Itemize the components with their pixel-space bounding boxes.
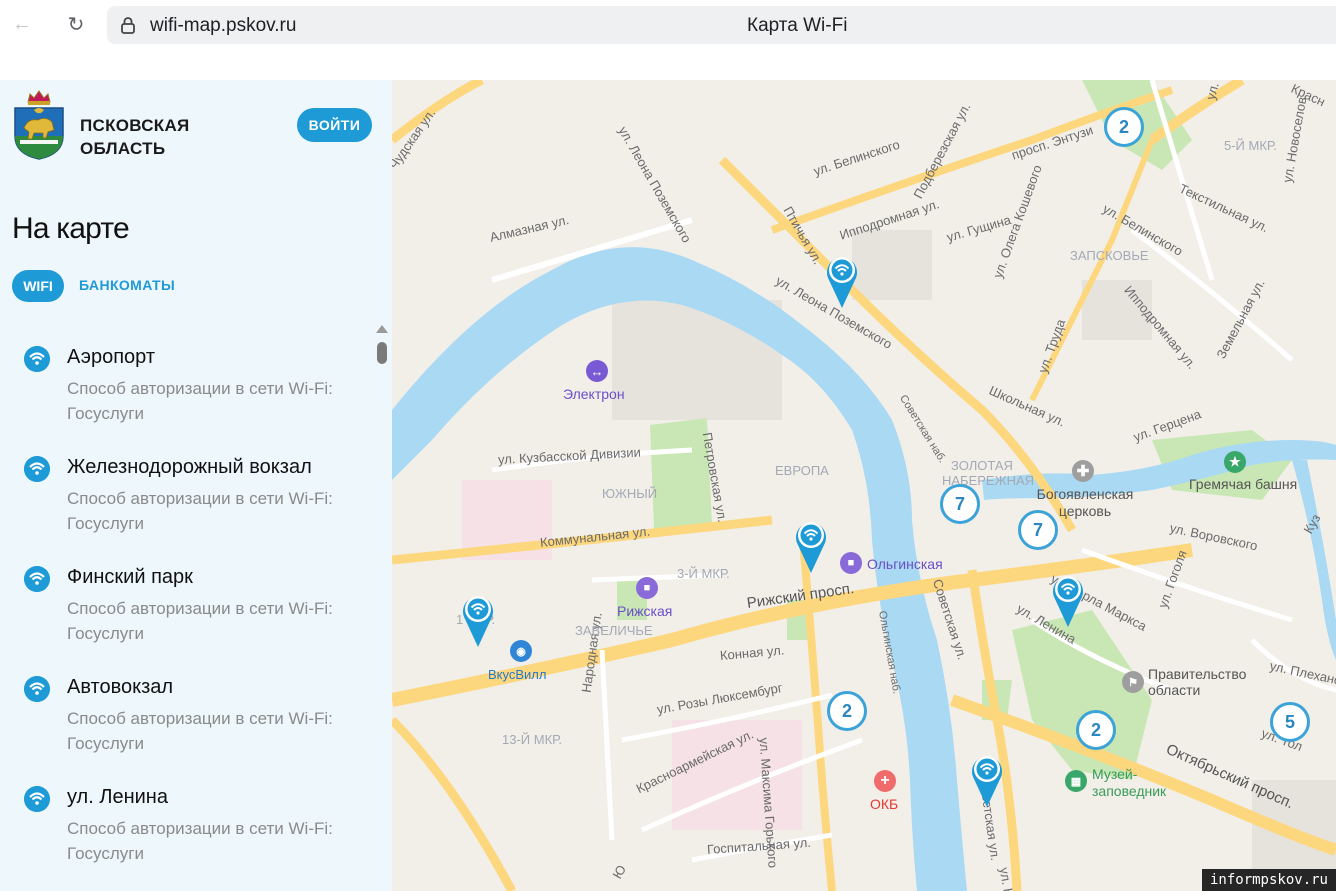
hospital-icon[interactable]: + — [874, 770, 896, 792]
poi-label: ОКБ — [870, 796, 899, 812]
cluster-marker[interactable]: 2 — [1076, 710, 1116, 750]
hotel-icon[interactable]: ■ — [840, 552, 862, 574]
government-flag-icon[interactable]: ⚑ — [1122, 671, 1144, 693]
list-item-name: Железнодорожный вокзал — [67, 456, 312, 478]
church-icon[interactable]: ✚ — [1072, 460, 1094, 482]
list-item-description: Способ авторизации в сети Wi-Fi: Госуслу… — [67, 379, 333, 423]
wifi-pin-icon[interactable] — [793, 517, 829, 575]
wifi-pin-icon[interactable] — [1050, 571, 1086, 629]
wifi-pin-icon[interactable] — [460, 591, 496, 649]
list-item-description: Способ авторизации в сети Wi-Fi: Госуслу… — [67, 709, 333, 753]
district-label: ЕВРОПА — [775, 463, 829, 478]
list-item-description: Способ авторизации в сети Wi-Fi: Госуслу… — [67, 489, 333, 533]
coat-of-arms-logo — [14, 90, 64, 160]
login-button[interactable]: ВОЙТИ — [297, 108, 372, 142]
poi-label: Музей-заповедник — [1092, 766, 1167, 799]
district-label: ЗАВЕЛИЧЬЕ — [575, 623, 653, 638]
wifi-icon — [24, 786, 50, 812]
page-title: Карта Wi-Fi — [747, 15, 848, 36]
list-item-name: ул. Ленина — [67, 786, 168, 808]
reload-icon[interactable]: ↻ — [62, 10, 90, 38]
back-arrow-icon[interactable]: ← — [8, 10, 36, 38]
poi-label: Электрон — [563, 386, 625, 402]
address-bar[interactable]: wifi-map.pskov.ru Карта Wi-Fi — [107, 6, 1336, 44]
map-canvas[interactable]: Чудская ул. ул. Леона Поземского Алмазна… — [392, 80, 1336, 891]
list-item[interactable]: ул. Ленина Способ авторизации в сети Wi-… — [0, 782, 370, 891]
cluster-marker[interactable]: 5 — [1270, 702, 1310, 742]
district-label: 13-Й МКР. — [502, 732, 562, 747]
museum-icon[interactable]: ▦ — [1065, 770, 1087, 792]
list-item[interactable]: Автовокзал Способ авторизации в сети Wi-… — [0, 672, 370, 782]
list-item[interactable]: Аэропорт Способ авторизации в сети Wi-Fi… — [0, 342, 370, 452]
cluster-marker[interactable]: 7 — [1018, 510, 1058, 550]
poi-label: ВкусВилл — [488, 667, 547, 682]
sidebar: ПСКОВСКАЯ ОБЛАСТЬ ВОЙТИ На карте WIFI БА… — [0, 80, 392, 891]
district-label: ЗОЛОТАЯ НАБЕРЕЖНАЯ — [942, 458, 1035, 488]
lock-icon — [121, 17, 135, 34]
district-label: ЗАПСКОВЬЕ — [1070, 248, 1149, 263]
wifi-icon — [24, 566, 50, 592]
list-item-description: Способ авторизации в сети Wi-Fi: Госуслу… — [67, 819, 333, 863]
wifi-icon — [24, 456, 50, 482]
browser-toolbar: ← ↻ wifi-map.pskov.ru Карта Wi-Fi — [0, 0, 1336, 50]
wifi-pin-icon[interactable] — [969, 751, 1005, 809]
tab-wifi[interactable]: WIFI — [12, 270, 64, 302]
district-label: 5-Й МКР. — [1224, 138, 1277, 153]
list-item-name: Финский парк — [67, 566, 193, 588]
list-item-description: Способ авторизации в сети Wi-Fi: Госуслу… — [67, 599, 333, 643]
cluster-marker[interactable]: 2 — [1104, 107, 1144, 147]
wifi-icon — [24, 346, 50, 372]
poi-label: Правительство области — [1148, 666, 1247, 698]
scrollbar-thumb[interactable] — [377, 342, 387, 364]
watermark: informpskov.ru — [1201, 869, 1336, 891]
poi-label: Гремячая башня — [1189, 476, 1298, 492]
district-label: 3-Й МКР. — [677, 566, 730, 581]
cluster-marker[interactable]: 7 — [940, 484, 980, 524]
list-item-name: Автовокзал — [67, 676, 174, 698]
wifi-location-list: Аэропорт Способ авторизации в сети Wi-Fi… — [0, 342, 370, 891]
list-item-name: Аэропорт — [67, 346, 156, 368]
cluster-marker[interactable]: 2 — [827, 691, 867, 731]
hotel-icon[interactable]: ■ — [636, 577, 658, 599]
region-name: ПСКОВСКАЯ ОБЛАСТЬ — [80, 116, 190, 158]
url-text[interactable]: wifi-map.pskov.ru — [150, 15, 296, 37]
wifi-pin-icon[interactable] — [824, 252, 860, 310]
shop-basket-icon[interactable]: ◉ — [510, 640, 532, 662]
list-item[interactable]: Железнодорожный вокзал Способ авторизаци… — [0, 452, 370, 562]
fitness-icon[interactable]: ↔ — [586, 360, 608, 382]
district-label: ЮЖНЫЙ — [602, 486, 658, 501]
scroll-up-arrow-icon[interactable] — [376, 325, 388, 333]
poi-label: Рижская — [617, 603, 673, 619]
landmark-star-icon[interactable]: ★ — [1224, 451, 1246, 473]
tab-atms[interactable]: БАНКОМАТЫ — [79, 277, 175, 293]
list-item[interactable]: Финский парк Способ авторизации в сети W… — [0, 562, 370, 672]
section-title: На карте — [12, 212, 130, 245]
wifi-icon — [24, 676, 50, 702]
poi-label: Ольгинская — [867, 556, 943, 572]
